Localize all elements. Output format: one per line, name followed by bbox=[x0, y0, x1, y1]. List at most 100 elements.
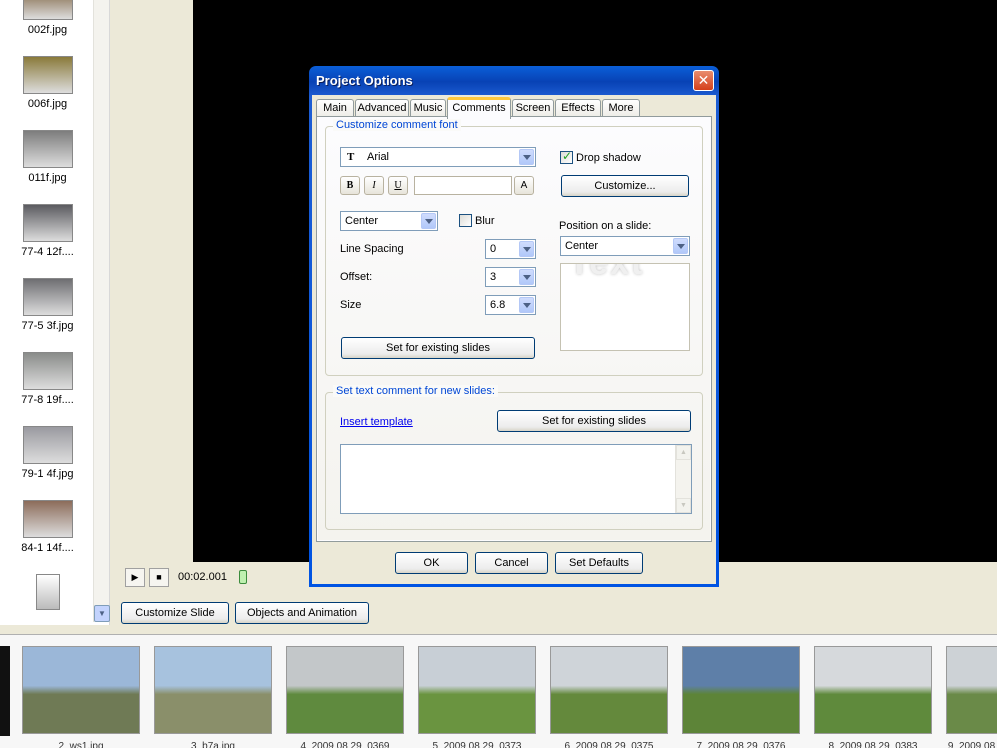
set-existing-slides-font-button[interactable]: Set for existing slides bbox=[341, 337, 535, 359]
slide-label: 9_2009 08 bbox=[947, 741, 996, 748]
objects-animation-button[interactable]: Objects and Animation bbox=[235, 602, 369, 624]
italic-button[interactable]: I bbox=[364, 176, 384, 195]
scroll-down-icon[interactable]: ▼ bbox=[676, 498, 691, 513]
dialog-titlebar[interactable]: Project Options ✕ bbox=[312, 66, 716, 95]
comment-scrollbar[interactable]: ▲ ▼ bbox=[675, 445, 691, 513]
file-list-item[interactable]: 84-1 14f.... bbox=[0, 500, 95, 554]
file-list-scrollbar[interactable]: ▼ bbox=[93, 0, 110, 622]
set-defaults-button[interactable]: Set Defaults bbox=[555, 552, 643, 574]
filmstrip-slide[interactable]: 3_b7a.jpg bbox=[154, 646, 272, 748]
font-type-icon: T bbox=[347, 151, 355, 163]
customize-slide-button[interactable]: Customize Slide bbox=[121, 602, 229, 624]
tab-comments[interactable]: Comments bbox=[447, 97, 511, 119]
line-spacing-label: Line Spacing bbox=[340, 243, 404, 255]
slide-label: 6_2009 08 29_0375 bbox=[564, 741, 654, 748]
file-thumbnail bbox=[22, 0, 73, 20]
ok-button[interactable]: OK bbox=[395, 552, 468, 574]
format-toolbar: B I U A bbox=[340, 176, 540, 196]
dialog-title: Project Options bbox=[316, 73, 413, 88]
file-list-item[interactable]: 77-5 3f.jpg bbox=[0, 278, 95, 332]
file-name: 011f.jpg bbox=[28, 172, 67, 184]
chevron-down-icon[interactable] bbox=[673, 238, 688, 254]
text-align-combo[interactable]: Center bbox=[340, 211, 438, 231]
filmstrip-slide[interactable]: 5_2009 08 29_0373 bbox=[418, 646, 536, 748]
slide-thumbnail bbox=[154, 646, 272, 734]
slide-label: 2_ws1.jpg bbox=[58, 741, 104, 748]
blur-checkbox[interactable] bbox=[459, 214, 472, 227]
file-thumbnail bbox=[22, 426, 73, 464]
file-list-item[interactable]: 002f.jpg bbox=[0, 0, 95, 36]
slide-thumbnail bbox=[550, 646, 668, 734]
file-list-panel: 002f.jpg 006f.jpg 011f.jpg 77-4 12f.... 77-5… bbox=[0, 0, 110, 625]
new-slides-group: Set text comment for new slides: Insert … bbox=[325, 385, 703, 530]
file-name: 77-5 3f.jpg bbox=[21, 320, 74, 332]
file-list-item[interactable]: 79-1 4f.jpg bbox=[0, 426, 95, 480]
filmstrip-slide[interactable]: 4_2009 08 29_0369 bbox=[286, 646, 404, 748]
font-group-legend: Customize comment font bbox=[333, 119, 461, 131]
file-list-item[interactable]: 011f.jpg bbox=[0, 130, 95, 184]
file-list-item[interactable]: 77-8 19f.... bbox=[0, 352, 95, 406]
chevron-down-icon[interactable] bbox=[519, 149, 534, 165]
set-existing-slides-comment-button[interactable]: Set for existing slides bbox=[497, 410, 691, 432]
size-label: Size bbox=[340, 299, 362, 311]
bold-button[interactable]: B bbox=[340, 176, 360, 195]
position-combo[interactable]: Center bbox=[560, 236, 690, 256]
insert-template-link[interactable]: Insert template bbox=[340, 416, 413, 428]
play-icon[interactable]: ▶ bbox=[125, 568, 145, 587]
file-list-item[interactable]: 006f.jpg bbox=[0, 56, 95, 110]
chevron-down-icon[interactable] bbox=[519, 297, 534, 313]
font-color-button[interactable]: A bbox=[514, 176, 534, 195]
filmstrip-slide[interactable]: 8_2009 08 29_0383 bbox=[814, 646, 932, 748]
filmstrip-slide[interactable]: 7_2009 08 29_0376 bbox=[682, 646, 800, 748]
font-group: Customize comment font T Arial B I U A C… bbox=[325, 119, 703, 376]
comment-textarea[interactable]: ▲ ▼ bbox=[340, 444, 692, 514]
customize-shadow-button[interactable]: Customize... bbox=[561, 175, 689, 197]
stop-icon[interactable]: ■ bbox=[149, 568, 169, 587]
chevron-down-icon[interactable] bbox=[519, 269, 534, 285]
file-thumbnail bbox=[22, 204, 73, 242]
file-list-item[interactable]: 77-4 12f.... bbox=[0, 204, 95, 258]
slide-label: 8_2009 08 29_0383 bbox=[828, 741, 918, 748]
file-thumbnail bbox=[22, 278, 73, 316]
dialog-body: Main Advanced Music Comments Screen Effects Mo… bbox=[312, 95, 716, 584]
offset-value: 3 bbox=[490, 271, 497, 283]
file-name: 84-1 14f.... bbox=[21, 542, 74, 554]
line-spacing-combo[interactable]: 0 bbox=[485, 239, 536, 259]
filmstrip-slide[interactable]: 6_2009 08 29_0375 bbox=[550, 646, 668, 748]
preview-text: Text bbox=[569, 263, 645, 282]
text-align-value: Center bbox=[345, 215, 379, 227]
size-value: 6.8 bbox=[490, 299, 506, 311]
filmstrip-slide[interactable]: 9_2009 08 bbox=[946, 646, 997, 748]
drop-shadow-checkbox[interactable] bbox=[560, 149, 573, 164]
close-icon[interactable]: ✕ bbox=[693, 70, 714, 91]
timeline-slider-handle[interactable] bbox=[239, 570, 247, 584]
blur-label: Blur bbox=[475, 215, 495, 227]
tab-page-comments: Customize comment font T Arial B I U A C… bbox=[316, 116, 712, 542]
underline-button[interactable]: U bbox=[388, 176, 408, 195]
filmstrip-edge bbox=[0, 646, 10, 736]
offset-label: Offset: bbox=[340, 271, 373, 283]
scroll-up-icon[interactable]: ▲ bbox=[676, 445, 691, 460]
file-name: 77-4 12f.... bbox=[21, 246, 74, 258]
position-label: Position on a slide: bbox=[559, 220, 652, 232]
position-value: Center bbox=[565, 240, 599, 252]
file-list-item[interactable] bbox=[0, 574, 95, 610]
scroll-down-icon[interactable]: ▼ bbox=[94, 605, 110, 622]
slide-label: 4_2009 08 29_0369 bbox=[300, 741, 390, 748]
font-name-value: Arial bbox=[367, 151, 390, 163]
project-options-dialog: Project Options ✕ Main Advanced Music Comme… bbox=[309, 66, 719, 587]
font-name-combo[interactable]: T Arial bbox=[340, 147, 536, 167]
file-thumbnail bbox=[22, 500, 73, 538]
slide-thumbnail bbox=[22, 646, 140, 734]
file-thumbnail bbox=[35, 574, 60, 610]
filmstrip-slide[interactable]: 2_ws1.jpg bbox=[22, 646, 140, 748]
size-combo[interactable]: 6.8 bbox=[485, 295, 536, 315]
offset-combo[interactable]: 3 bbox=[485, 267, 536, 287]
font-color-swatch[interactable] bbox=[414, 176, 512, 195]
cancel-button[interactable]: Cancel bbox=[475, 552, 548, 574]
slide-label: 7_2009 08 29_0376 bbox=[696, 741, 786, 748]
slide-label: 5_2009 08 29_0373 bbox=[432, 741, 522, 748]
slide-thumbnail bbox=[682, 646, 800, 734]
chevron-down-icon[interactable] bbox=[519, 241, 534, 257]
chevron-down-icon[interactable] bbox=[421, 213, 436, 229]
